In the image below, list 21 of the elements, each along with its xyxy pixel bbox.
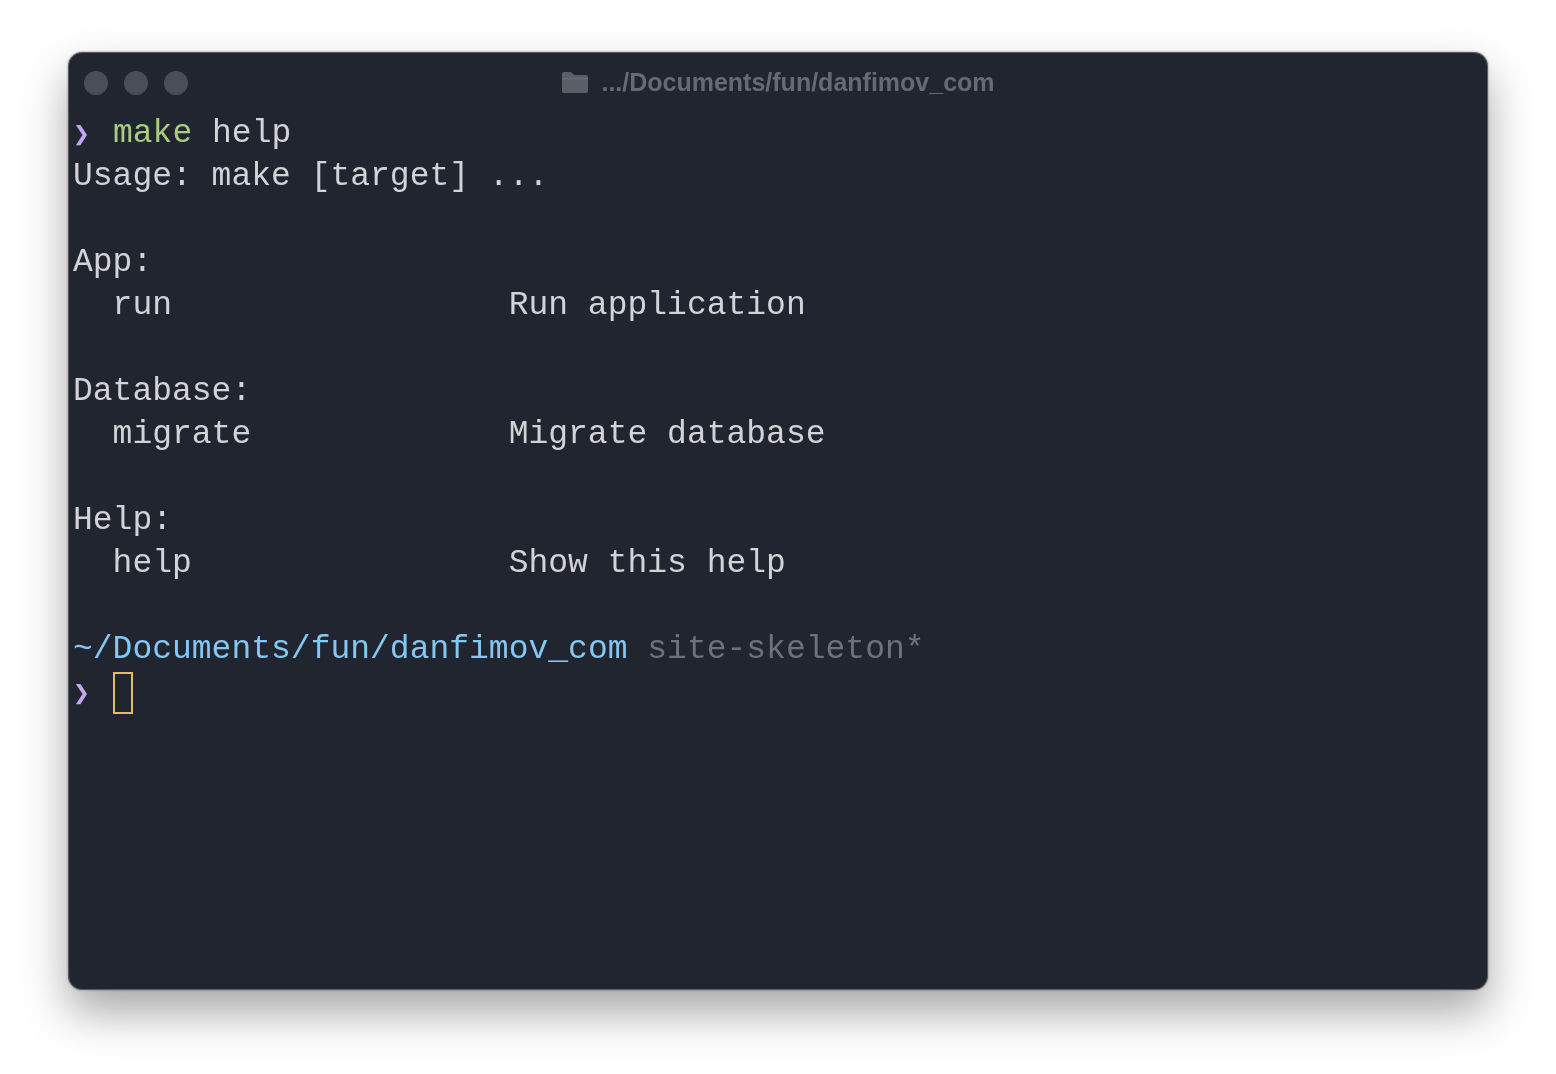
output-text: Usage: make [target] ...: [73, 157, 549, 197]
target-description: Run application: [508, 286, 806, 326]
section-heading: Database:: [73, 372, 252, 412]
zoom-button[interactable]: [164, 70, 188, 95]
directory-path: ~/Documents/fun/danfimov_com: [73, 630, 628, 670]
target-name: migrate: [112, 415, 252, 455]
section-heading: Help:: [73, 501, 173, 541]
target-name: help: [112, 544, 192, 584]
target-description: Migrate database: [508, 415, 826, 455]
git-branch: site-skeleton*: [647, 630, 925, 670]
prompt-symbol: ❯: [73, 675, 91, 711]
target-name: run: [112, 286, 172, 326]
command-argument: help: [212, 114, 292, 154]
minimize-button[interactable]: [124, 70, 148, 95]
close-button[interactable]: [84, 70, 108, 95]
section-heading: App:: [73, 243, 153, 283]
window-title: .../Documents/fun/danfimov_com: [601, 68, 995, 97]
folder-icon: [561, 71, 590, 94]
command-name: make: [113, 114, 193, 154]
prompt-symbol: ❯: [73, 116, 91, 152]
target-description: Show this help: [508, 544, 786, 584]
